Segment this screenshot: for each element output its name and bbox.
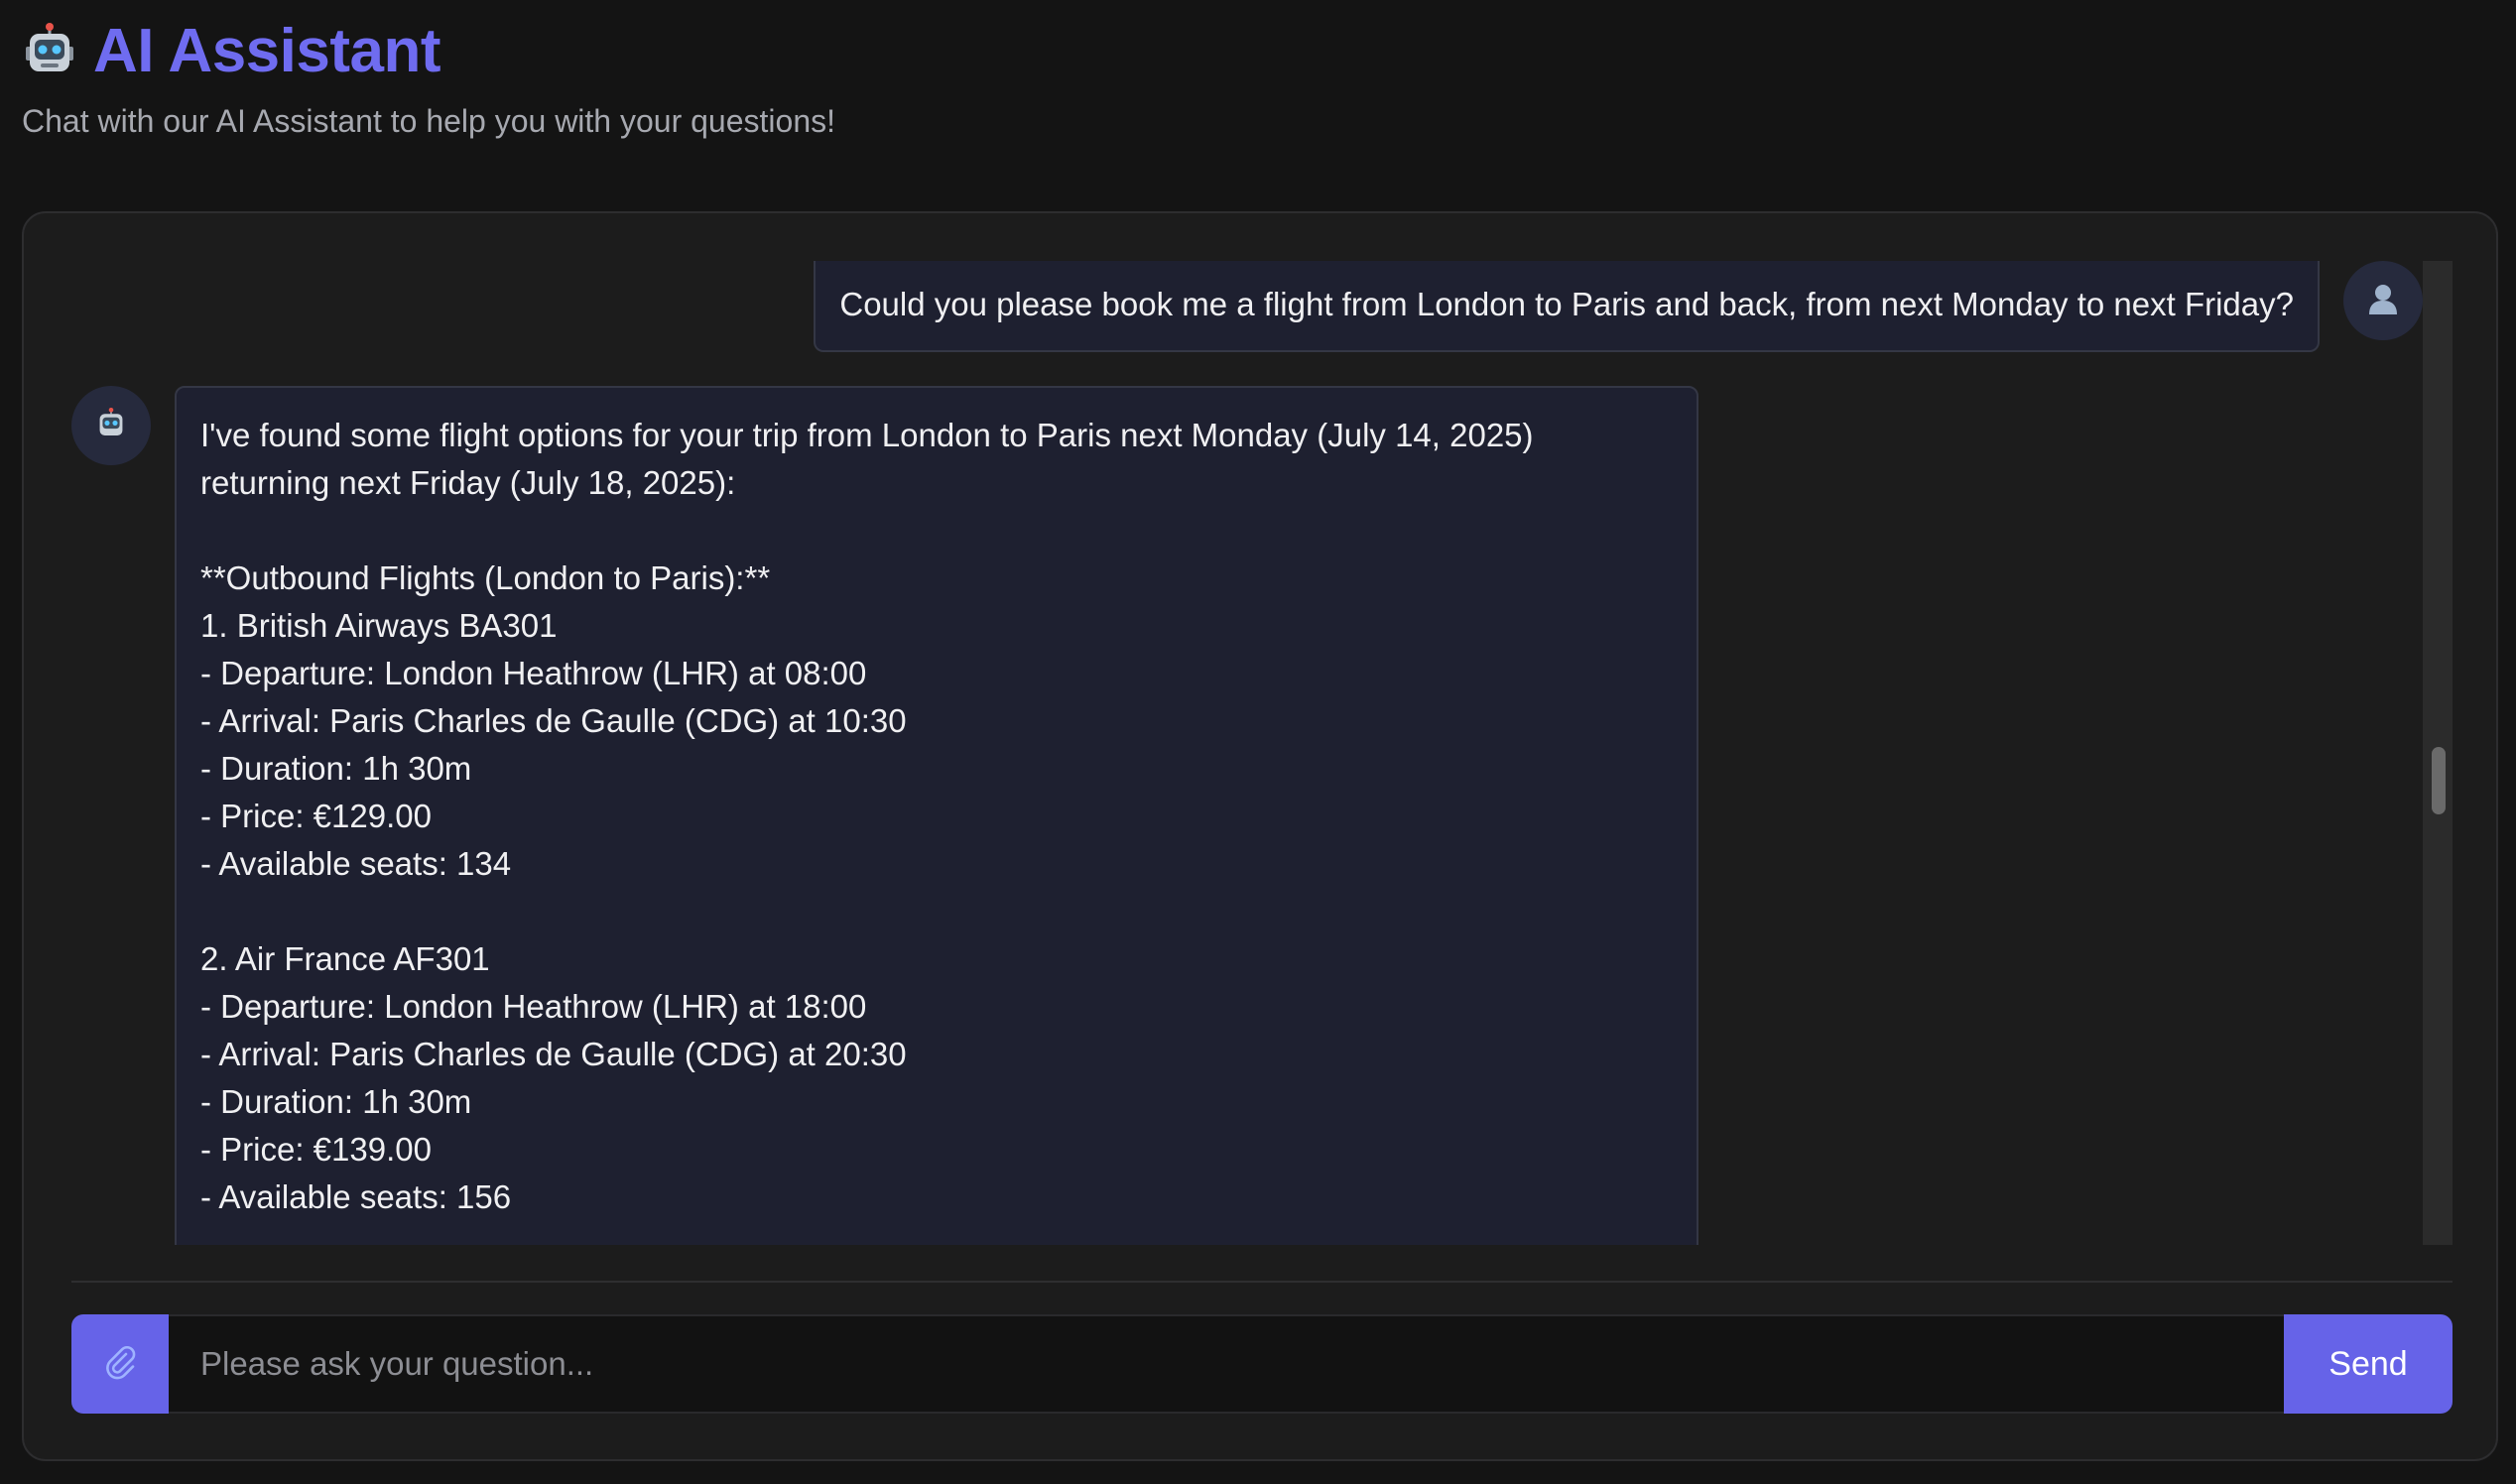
question-input[interactable] bbox=[169, 1314, 2284, 1414]
paperclip-icon bbox=[102, 1344, 138, 1384]
composer: Send bbox=[71, 1314, 2453, 1414]
page-title: AI Assistant bbox=[93, 16, 441, 85]
page-subtitle: Chat with our AI Assistant to help you w… bbox=[22, 103, 835, 139]
robot-icon bbox=[95, 408, 127, 443]
chat-panel: Could you please book me a flight from L… bbox=[22, 211, 2498, 1461]
assistant-message: I've found some flight options for your … bbox=[175, 386, 1698, 1245]
attach-button[interactable] bbox=[71, 1314, 169, 1414]
user-message: Could you please book me a flight from L… bbox=[814, 261, 2320, 352]
send-button[interactable]: Send bbox=[2284, 1314, 2453, 1414]
scrollbar-thumb[interactable] bbox=[2432, 747, 2446, 814]
user-avatar bbox=[2343, 261, 2423, 340]
robot-icon bbox=[22, 23, 77, 78]
message-list[interactable]: Could you please book me a flight from L… bbox=[71, 261, 2453, 1245]
assistant-avatar bbox=[71, 386, 151, 465]
composer-divider bbox=[71, 1281, 2453, 1283]
chat-scrollbar[interactable] bbox=[2423, 261, 2453, 1245]
user-icon bbox=[2366, 282, 2400, 319]
page-header: AI Assistant Chat with our AI Assistant … bbox=[22, 14, 835, 140]
app-root: AI Assistant Chat with our AI Assistant … bbox=[0, 0, 2516, 1484]
title-row: AI Assistant bbox=[22, 14, 441, 87]
